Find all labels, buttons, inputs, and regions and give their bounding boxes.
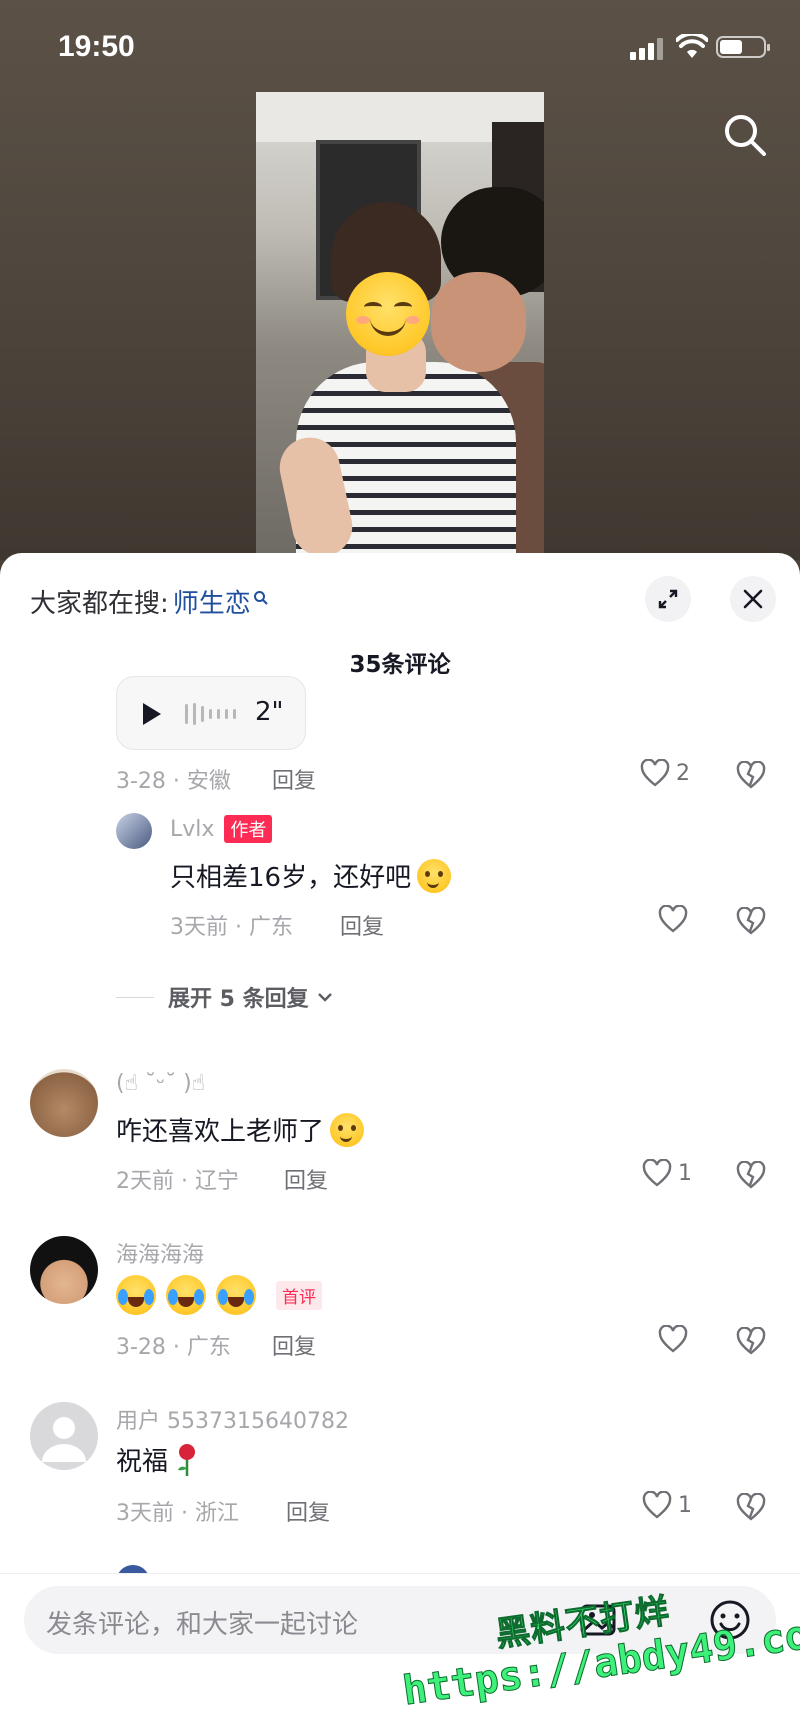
dislike-icon[interactable] [736,907,766,935]
comment-meta: 3天前 · 广东 [170,915,293,940]
reply-button[interactable]: 回复 [284,1163,328,1195]
like-button[interactable] [658,905,688,933]
expand-replies-label: 展开 5 条回复 [168,987,309,1012]
comment-count-title: 35条评论 [349,652,451,678]
play-icon [143,703,161,725]
dislike-icon[interactable] [736,761,766,789]
search-icon[interactable] [722,112,768,158]
emoji-icon [330,1112,365,1147]
crying-laughing-emoji-icon [166,1275,206,1315]
close-icon [743,589,763,609]
divider [116,996,154,998]
comment-input[interactable]: 发条评论，和大家一起讨论 [24,1586,776,1654]
comment-list[interactable]: 2" 3-28 · 安徽 回复 2 Lvlx 作者 只相差16岁，还好吧 3天前… [0,676,800,1599]
emoji-icon[interactable] [708,1598,752,1642]
comment-author[interactable]: (☝ ˘ᵕ˘ )☝ [116,1071,205,1096]
video-frame[interactable] [256,92,544,554]
comment-author[interactable]: Lvlx 作者 [170,815,273,843]
dislike-icon[interactable] [736,1327,766,1355]
heart-icon [642,1159,672,1187]
comment-text: 只相差16岁，还好吧 [170,857,452,894]
avatar[interactable] [30,1236,98,1304]
fullscreen-button[interactable] [645,576,691,622]
comment-input-bar: 发条评论，和大家一起讨论 [0,1573,800,1731]
smile-emoji-overlay [346,272,430,356]
crying-laughing-emoji-icon [216,1275,256,1315]
reply-button[interactable]: 回复 [286,1495,330,1527]
dislike-icon[interactable] [736,1161,766,1189]
status-time: 19:50 [58,30,135,63]
avatar[interactable] [116,813,152,849]
video-man-face [431,272,526,372]
chevron-down-icon [317,993,332,1002]
trending-search[interactable]: 大家都在搜: 师生恋 [30,583,269,620]
search-small-icon [253,590,268,605]
comment-meta: 3-28 · 安徽 [116,769,231,794]
like-button[interactable] [658,1325,688,1353]
expand-icon [658,589,678,609]
comment-input-placeholder: 发条评论，和大家一起讨论 [46,1610,359,1640]
comment-text: 咋还喜欢上老师了 [116,1111,365,1148]
smile-emoji-icon [417,858,452,893]
trending-prefix: 大家都在搜: [30,589,169,619]
comment-meta: 3天前 · 浙江 [116,1501,239,1526]
voice-duration: 2" [255,697,284,727]
heart-icon [658,1325,688,1353]
like-count: 2 [676,760,690,786]
like-button[interactable]: 1 [642,1491,692,1519]
first-comment-badge: 首评 [276,1280,322,1310]
like-count: 1 [678,1492,692,1518]
comment-text-content: 祝福 [116,1447,169,1477]
like-count: 1 [678,1160,692,1186]
voice-message[interactable]: 2" [116,676,306,750]
reply-button[interactable]: 回复 [272,1329,316,1361]
comment-meta: 2天前 · 辽宁 [116,1169,239,1194]
comment-sheet: 大家都在搜: 师生恋 35条评论 2" 3-28 · 安徽 回复 2 Lvlx … [0,553,800,1731]
heart-icon [658,905,688,933]
heart-icon [640,759,670,787]
comment-meta: 3-28 · 广东 [116,1335,231,1360]
avatar[interactable] [30,1069,98,1137]
wifi-icon [676,34,708,58]
close-button[interactable] [730,576,776,622]
expand-replies-button[interactable]: 展开 5 条回复 [116,981,335,1013]
like-button[interactable]: 1 [642,1159,692,1187]
comment-text: 首评 [116,1275,322,1315]
author-badge: 作者 [224,815,273,843]
comment-text-content: 只相差16岁，还好吧 [170,863,412,893]
comment-text-content: 咋还喜欢上老师了 [116,1117,325,1147]
like-button[interactable]: 2 [640,759,690,787]
trending-keyword[interactable]: 师生恋 [173,583,251,620]
crying-laughing-emoji-icon [116,1275,156,1315]
comment-author[interactable]: 用户 5537315640782 [116,1403,349,1435]
status-bar: 19:50 [0,0,800,96]
reply-button[interactable]: 回复 [272,763,316,795]
author-name: Lvlx [170,816,215,842]
waveform-icon [185,703,236,725]
comment-text: 祝福 [116,1441,200,1478]
image-icon[interactable] [578,1600,618,1640]
comment-author[interactable]: 海海海海 [116,1237,204,1269]
reply-button[interactable]: 回复 [340,909,384,941]
user-silhouette-icon [42,1417,86,1462]
battery-icon [716,36,770,58]
default-avatar[interactable] [30,1402,98,1470]
rose-icon [178,1443,196,1476]
dislike-icon[interactable] [736,1493,766,1521]
heart-icon [642,1491,672,1519]
cellular-signal-icon [630,38,664,60]
